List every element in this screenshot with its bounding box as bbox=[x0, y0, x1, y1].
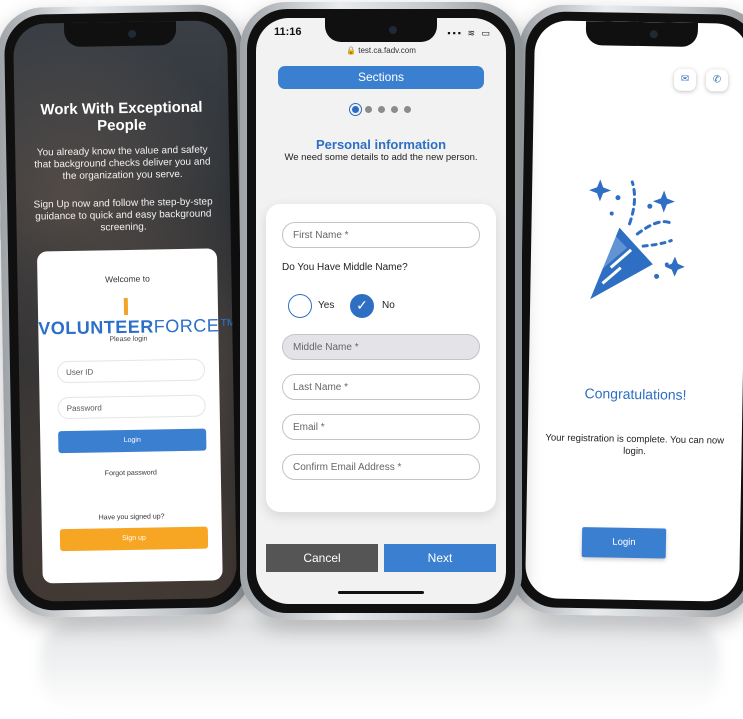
floor-reflection bbox=[40, 618, 720, 713]
volunteerforce-logo: VOLUNTEERFORCE™ bbox=[38, 294, 237, 339]
phone-bezel: Work With Exceptional People You already… bbox=[3, 11, 247, 611]
middle-name-question: Do You Have Middle Name? bbox=[282, 262, 408, 273]
middle-name-input: Middle Name * bbox=[282, 334, 480, 360]
confirmation-screen: ✉ ✆ Congratulations! Your registration i… bbox=[524, 20, 743, 602]
step-dot bbox=[403, 106, 411, 113]
signup-paragraph: Sign Up now and follow the step-by-step … bbox=[33, 196, 213, 234]
status-time: 11:16 bbox=[274, 26, 302, 38]
camera-icon bbox=[649, 30, 658, 39]
home-indicator bbox=[338, 591, 424, 594]
confirm-email-input[interactable]: Confirm Email Address * bbox=[282, 454, 480, 480]
notch bbox=[325, 18, 437, 42]
signed-up-question: Have you signed up? bbox=[98, 513, 165, 522]
step-indicator bbox=[256, 100, 506, 118]
no-radio-checked[interactable]: ✓ bbox=[350, 294, 374, 318]
personal-info-screen: 11:16 ▪▪▪ ≋ ▭ 🔒 test.ca.fadv.com Section… bbox=[256, 18, 506, 604]
status-icons: ▪▪▪ ≋ ▭ bbox=[447, 28, 492, 38]
page-title: Personal information bbox=[315, 137, 447, 152]
step-dot bbox=[377, 106, 385, 113]
notch bbox=[585, 21, 699, 48]
login-screen: Work With Exceptional People You already… bbox=[12, 20, 238, 602]
phone-confirmation: ✉ ✆ Congratulations! Your registration i… bbox=[508, 3, 743, 619]
party-popper-icon bbox=[589, 179, 685, 300]
login-button[interactable]: Login bbox=[58, 428, 207, 454]
first-name-input[interactable]: First Name * bbox=[282, 222, 480, 248]
headline: Work With Exceptional People bbox=[40, 98, 203, 135]
userid-input[interactable]: User ID bbox=[56, 358, 206, 384]
email-input[interactable]: Email * bbox=[282, 414, 480, 440]
next-button[interactable]: Next bbox=[384, 544, 496, 572]
step-dot bbox=[351, 106, 359, 113]
no-label: No bbox=[382, 300, 395, 311]
intro-paragraph: You already know the value and safety th… bbox=[34, 144, 211, 183]
page-subtitle: We need some details to add the new pers… bbox=[284, 152, 478, 163]
cancel-button[interactable]: Cancel bbox=[266, 544, 378, 572]
yes-label: Yes bbox=[318, 300, 335, 311]
phone-bezel: ✉ ✆ Congratulations! Your registration i… bbox=[515, 11, 743, 611]
logo-force: FORCE™ bbox=[153, 315, 238, 337]
last-name-input[interactable]: Last Name * bbox=[282, 374, 480, 400]
login-card: Welcome to VOLUNTEERFORCE™ Please login … bbox=[36, 248, 237, 584]
mail-icon[interactable]: ✉ bbox=[673, 68, 697, 91]
personal-info-form: First Name * Do You Have Middle Name? Ye… bbox=[266, 204, 496, 512]
welcome-text: Welcome to bbox=[104, 273, 150, 285]
notch bbox=[63, 21, 177, 48]
forgot-password-link[interactable]: Forgot password bbox=[41, 468, 221, 478]
camera-icon bbox=[128, 29, 137, 38]
step-dot bbox=[390, 106, 398, 113]
phone-personal-info: 11:16 ▪▪▪ ≋ ▭ 🔒 test.ca.fadv.com Section… bbox=[240, 2, 522, 620]
registration-complete-text: Your registration is complete. You can n… bbox=[545, 432, 725, 458]
phone-bezel: 11:16 ▪▪▪ ≋ ▭ 🔒 test.ca.fadv.com Section… bbox=[247, 9, 515, 613]
sections-button[interactable]: Sections bbox=[278, 66, 484, 89]
step-dot bbox=[364, 106, 372, 113]
logo-bar-icon bbox=[123, 297, 129, 316]
phone-login: Work With Exceptional People You already… bbox=[0, 3, 254, 619]
camera-icon bbox=[389, 26, 397, 34]
volume-down-button bbox=[0, 204, 1, 241]
signup-button[interactable]: Sign up bbox=[59, 526, 209, 552]
phone-icon[interactable]: ✆ bbox=[705, 69, 729, 92]
url-bar[interactable]: 🔒 test.ca.fadv.com bbox=[256, 46, 506, 55]
login-button[interactable]: Login bbox=[581, 527, 667, 559]
password-input[interactable]: Password bbox=[57, 394, 206, 420]
yes-radio[interactable] bbox=[288, 294, 312, 318]
congratulations-heading: Congratulations! bbox=[584, 385, 687, 403]
